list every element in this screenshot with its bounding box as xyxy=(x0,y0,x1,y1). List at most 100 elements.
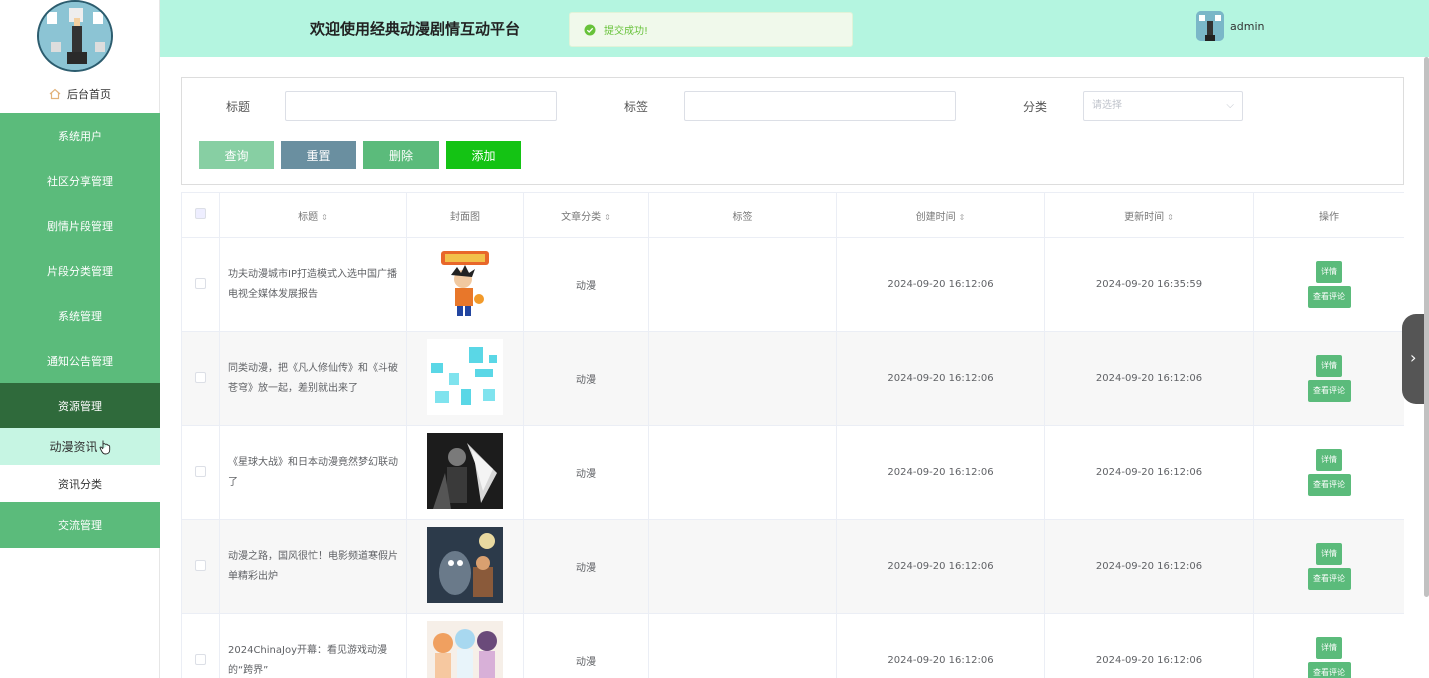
sidebar-item-community-share[interactable]: 社区分享管理 xyxy=(0,158,160,203)
row-created: 2024-09-20 16:12:06 xyxy=(836,331,1045,426)
row-actions: 详情 查看评论 xyxy=(1253,613,1404,678)
sidebar-menu: 系统用户 社区分享管理 剧情片段管理 片段分类管理 系统管理 通知公告管理 资源… xyxy=(0,113,160,548)
row-category: 动漫 xyxy=(523,425,649,520)
row-checkbox[interactable] xyxy=(195,465,206,477)
tag-search-input[interactable] xyxy=(684,91,956,121)
row-category: 动漫 xyxy=(523,331,649,426)
row-cover xyxy=(406,425,524,520)
select-all-checkbox[interactable] xyxy=(195,208,206,219)
row-cover xyxy=(406,331,524,426)
user-menu[interactable]: admin xyxy=(1196,11,1264,41)
hand-cursor-icon xyxy=(98,440,110,454)
table-row: 2024ChinaJoy开幕：看见游戏动漫的“跨界” 动漫 2024-09-20… xyxy=(181,613,1404,678)
row-created: 2024-09-20 16:12:06 xyxy=(836,519,1045,614)
view-comments-button[interactable]: 查看评论 xyxy=(1307,380,1351,402)
col-category[interactable]: 文章分类 ⇕ xyxy=(523,192,649,238)
add-button[interactable]: 添加 xyxy=(446,141,521,169)
row-tag xyxy=(648,237,837,332)
sort-icon: ⇕ xyxy=(958,212,966,222)
page-title: 欢迎使用经典动漫剧情互动平台 xyxy=(310,20,521,38)
col-updated[interactable]: 更新时间 ⇕ xyxy=(1044,192,1254,238)
category-select[interactable]: 请选择 ⌵ xyxy=(1083,91,1243,121)
row-select-cell[interactable] xyxy=(181,331,220,426)
cover-image xyxy=(427,339,503,415)
sidebar-item-resources[interactable]: 资源管理 xyxy=(0,383,160,428)
admin-app: 后台首页 系统用户 社区分享管理 剧情片段管理 片段分类管理 系统管理 通知公告… xyxy=(0,0,1429,678)
row-updated: 2024-09-20 16:12:06 xyxy=(1044,519,1254,614)
row-checkbox[interactable] xyxy=(195,277,206,289)
vertical-scrollbar[interactable] xyxy=(1424,57,1429,597)
sidebar-item-plot-clips[interactable]: 剧情片段管理 xyxy=(0,203,160,248)
view-comments-button[interactable]: 查看评论 xyxy=(1307,474,1351,496)
sidebar-item-communication[interactable]: 交流管理 xyxy=(0,502,160,548)
sidebar-item-system-users[interactable]: 系统用户 xyxy=(0,113,160,158)
sidebar-item-clip-categories[interactable]: 片段分类管理 xyxy=(0,248,160,293)
row-created: 2024-09-20 16:12:06 xyxy=(836,237,1045,332)
row-updated: 2024-09-20 16:35:59 xyxy=(1044,237,1254,332)
detail-button[interactable]: 详情 xyxy=(1316,543,1342,565)
row-title: 《星球大战》和日本动漫竟然梦幻联动了 xyxy=(219,425,407,520)
row-actions: 详情 查看评论 xyxy=(1253,425,1404,520)
col-updated-label: 更新时间 xyxy=(1124,211,1165,223)
detail-button[interactable]: 详情 xyxy=(1316,355,1342,377)
detail-button[interactable]: 详情 xyxy=(1316,637,1342,659)
row-title: 功夫动漫城市IP打造模式入选中国广播电视全媒体发展报告 xyxy=(219,237,407,332)
col-title[interactable]: 标题 ⇕ xyxy=(219,192,407,238)
row-checkbox[interactable] xyxy=(195,371,206,383)
table-row: 动漫之路，国风很忙！电影频道寒假片单精彩出炉 动漫 2024-09-20 16:… xyxy=(181,519,1404,614)
cover-image xyxy=(427,433,503,509)
row-checkbox[interactable] xyxy=(195,653,206,665)
view-comments-button[interactable]: 查看评论 xyxy=(1307,286,1351,308)
table-row: 《星球大战》和日本动漫竟然梦幻联动了 动漫 2024-09-20 16:12:0… xyxy=(181,425,1404,520)
tag-label: 标签 xyxy=(624,100,649,114)
row-select-cell[interactable] xyxy=(181,425,220,520)
cover-image xyxy=(427,621,503,678)
row-cover xyxy=(406,519,524,614)
success-toast: 提交成功! xyxy=(569,12,853,47)
sidebar-home[interactable]: 后台首页 xyxy=(0,78,160,110)
sidebar-item-system-management[interactable]: 系统管理 xyxy=(0,293,160,338)
row-updated: 2024-09-20 16:12:06 xyxy=(1044,331,1254,426)
title-search-input[interactable] xyxy=(285,91,557,121)
row-updated: 2024-09-20 16:12:06 xyxy=(1044,425,1254,520)
view-comments-button[interactable]: 查看评论 xyxy=(1307,568,1351,590)
detail-button[interactable]: 详情 xyxy=(1316,449,1342,471)
delete-button[interactable]: 删除 xyxy=(363,141,439,169)
sidebar-subitem-anime-news[interactable]: 动漫资讯 xyxy=(0,428,160,465)
row-updated: 2024-09-20 16:12:06 xyxy=(1044,613,1254,678)
row-cover xyxy=(406,237,524,332)
row-tag xyxy=(648,519,837,614)
data-table: 标题 ⇕ 封面图 文章分类 ⇕ 标签 创建时间 ⇕ 更新时间 ⇕ 操作 功夫动漫城市IP… xyxy=(181,192,1404,678)
row-select-cell[interactable] xyxy=(181,237,220,332)
sort-icon: ⇕ xyxy=(1167,212,1174,222)
sidebar-item-notices[interactable]: 通知公告管理 xyxy=(0,338,160,383)
check-circle-icon xyxy=(584,24,596,35)
sort-icon: ⇕ xyxy=(321,212,328,222)
cover-image xyxy=(427,245,503,321)
row-title: 同类动漫，把《凡人修仙传》和《斗破苍穹》放一起，差别就出来了 xyxy=(219,331,407,426)
row-select-cell[interactable] xyxy=(181,519,220,614)
title-label: 标题 xyxy=(226,100,251,114)
select-all-cell[interactable] xyxy=(181,192,220,238)
top-header: 欢迎使用经典动漫剧情互动平台 提交成功! admin xyxy=(160,0,1429,57)
row-created: 2024-09-20 16:12:06 xyxy=(836,425,1045,520)
detail-button[interactable]: 详情 xyxy=(1316,261,1342,283)
row-title: 2024ChinaJoy开幕：看见游戏动漫的“跨界” xyxy=(219,613,407,678)
chevron-down-icon: ⌵ xyxy=(1226,100,1234,111)
cover-image xyxy=(427,527,503,603)
row-select-cell[interactable] xyxy=(181,613,220,678)
view-comments-button[interactable]: 查看评论 xyxy=(1307,662,1351,678)
chevron-right-icon: › xyxy=(1410,348,1417,367)
row-tag xyxy=(648,613,837,678)
site-avatar xyxy=(37,0,113,72)
col-created[interactable]: 创建时间 ⇕ xyxy=(836,192,1045,238)
query-button[interactable]: 查询 xyxy=(199,141,274,169)
col-tag: 标签 xyxy=(648,192,837,238)
sidebar-subitem-anime-news-label: 动漫资讯 xyxy=(49,440,98,454)
reset-button[interactable]: 重置 xyxy=(281,141,356,169)
row-category: 动漫 xyxy=(523,237,649,332)
row-tag xyxy=(648,425,837,520)
table-header-row: 标题 ⇕ 封面图 文章分类 ⇕ 标签 创建时间 ⇕ 更新时间 ⇕ 操作 xyxy=(181,192,1404,238)
row-checkbox[interactable] xyxy=(195,559,206,571)
sidebar-subitem-news-categories[interactable]: 资讯分类 xyxy=(0,465,160,502)
